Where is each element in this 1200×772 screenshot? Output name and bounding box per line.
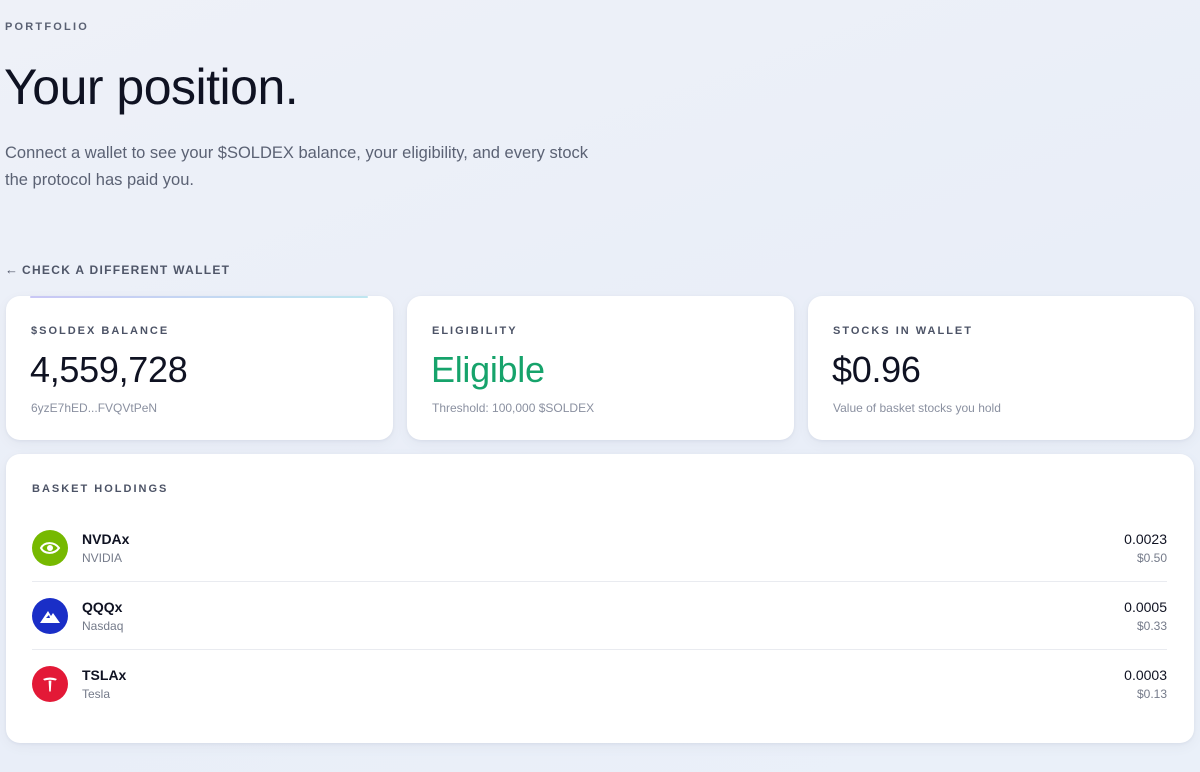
stocks-in-wallet-card: STOCKS IN WALLET $0.96 Value of basket s… xyxy=(808,296,1194,440)
eligibility-label: ELIGIBILITY xyxy=(432,325,518,337)
page-title: Your position. xyxy=(4,59,299,115)
holding-row-qqqx: QQQx Nasdaq 0.0005 $0.33 xyxy=(32,582,1167,650)
page-subtitle: Connect a wallet to see your $SOLDEX bal… xyxy=(5,144,588,189)
basket-holdings-card: BASKET HOLDINGS NVDAx NVIDIA 0.0023 $0.5… xyxy=(6,454,1194,743)
stocks-value: $0.96 xyxy=(832,349,921,390)
back-arrow-icon: ← xyxy=(5,262,18,277)
balance-value: 4,559,728 xyxy=(30,349,188,390)
card-accent-line xyxy=(30,296,368,298)
eligibility-status: Eligible xyxy=(431,349,545,390)
holding-row-nvdax: NVDAx NVIDIA 0.0023 $0.50 xyxy=(32,514,1167,582)
holding-quantity: 0.0023 xyxy=(1124,530,1167,547)
holding-ticker: QQQx xyxy=(82,598,123,615)
check-different-wallet-link[interactable]: ← CHECK A DIFFERENT WALLET xyxy=(5,262,230,277)
holding-quantity: 0.0003 xyxy=(1124,667,1167,683)
holding-usd-value: $0.50 xyxy=(1136,550,1167,565)
holdings-list: NVDAx NVIDIA 0.0023 $0.50 QQQx Nasdaq 0.… xyxy=(32,514,1167,718)
portfolio-page: PORTFOLIO Your position. Connect a walle… xyxy=(0,0,1200,772)
holding-row-tslax: TSLAx Tesla 0.0003 $0.13 xyxy=(32,650,1167,718)
holdings-label: BASKET HOLDINGS xyxy=(32,483,169,495)
nvidia-logo-icon xyxy=(32,529,68,566)
nasdaq-logo-icon xyxy=(32,597,68,634)
tesla-logo-icon xyxy=(32,666,68,702)
holding-ticker: TSLAx xyxy=(82,667,127,683)
holding-usd-value: $0.13 xyxy=(1136,687,1167,701)
stocks-label: STOCKS IN WALLET xyxy=(833,325,973,337)
holding-quantity: 0.0005 xyxy=(1124,598,1167,615)
eligibility-card: ELIGIBILITY Eligible Threshold: 100,000 … xyxy=(407,296,794,440)
stocks-note: Value of basket stocks you hold xyxy=(833,401,1001,415)
holding-usd-value: $0.33 xyxy=(1136,618,1167,633)
holding-name: Nasdaq xyxy=(82,618,124,633)
eligibility-threshold: Threshold: 100,000 $SOLDEX xyxy=(432,401,595,415)
back-link-label: CHECK A DIFFERENT WALLET xyxy=(22,262,231,277)
holding-ticker: NVDAx xyxy=(82,530,130,547)
page-eyebrow: PORTFOLIO xyxy=(5,21,89,33)
balance-label: $SOLDEX BALANCE xyxy=(31,325,170,337)
wallet-address: 6yzE7hED...FVQVtPeN xyxy=(31,401,158,415)
holding-name: Tesla xyxy=(82,687,111,701)
holding-name: NVIDIA xyxy=(82,550,123,565)
soldex-balance-card: $SOLDEX BALANCE 4,559,728 6yzE7hED...FVQ… xyxy=(6,296,393,440)
